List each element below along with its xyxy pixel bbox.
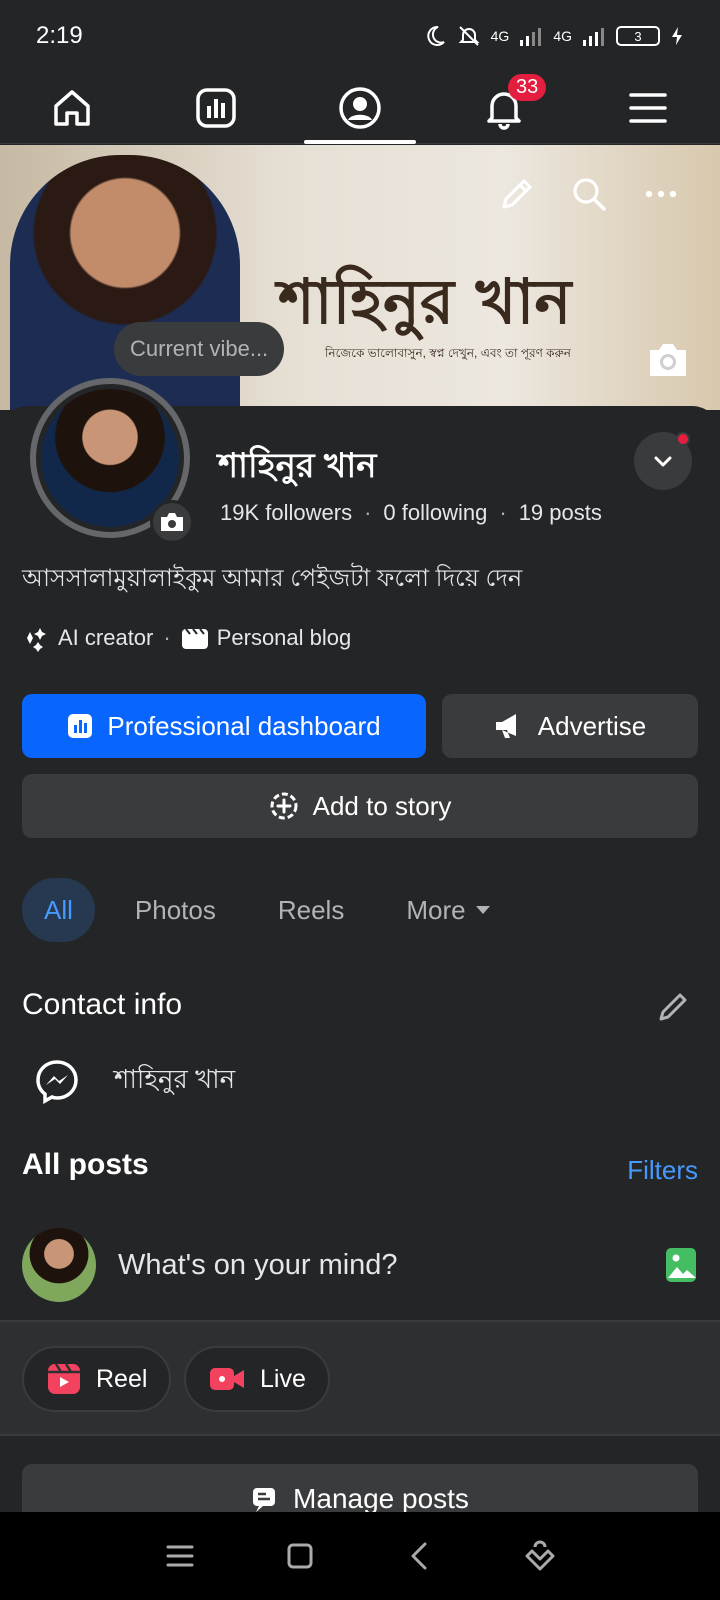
tab-home[interactable] (12, 72, 132, 144)
reel-icon (48, 1363, 80, 1394)
button-label: Professional dashboard (107, 710, 381, 741)
advertise-button[interactable]: Advertise (442, 694, 698, 758)
avatar (22, 1228, 96, 1302)
menu-icon (629, 92, 667, 123)
separator-dot: · (499, 500, 507, 525)
profile-bio: আসসালামুয়ালাইকুম আমার পেইজটা ফলো দিয়ে … (22, 565, 523, 592)
back-icon[interactable] (403, 1539, 437, 1573)
tag-ai-creator: AI creator (22, 624, 153, 652)
manage-posts-icon (253, 1488, 276, 1512)
button-label: Manage posts (293, 1483, 469, 1514)
megaphone-icon (495, 714, 516, 738)
posts-count: 19 posts (518, 500, 602, 525)
assistant-icon[interactable] (523, 1539, 557, 1573)
tab-notifications[interactable]: 33 (444, 72, 564, 144)
separator-dot: · (163, 625, 171, 650)
status-icons: 4G 4G 3 (423, 24, 684, 48)
tab-all[interactable]: All (22, 878, 95, 942)
recent-apps-icon[interactable] (163, 1539, 197, 1573)
content-filter-row: All Photos Reels More (22, 878, 514, 942)
chevron-down-icon (654, 456, 672, 467)
notification-badge: 33 (508, 73, 547, 101)
sparkle-icon (27, 628, 46, 652)
tab-more-label: More (406, 894, 466, 925)
edit-icon[interactable] (498, 175, 536, 213)
live-video-icon (210, 1368, 244, 1390)
button-label: Add to story (312, 790, 452, 821)
system-navigation-bar (0, 1512, 720, 1600)
search-icon[interactable] (570, 175, 608, 213)
composer-placeholder[interactable]: What's on your mind? (118, 1249, 664, 1282)
status-bar: 2:19 4G 4G 3 (0, 0, 720, 72)
cover-camera-icon[interactable] (646, 340, 690, 380)
caret-down-icon (475, 906, 490, 914)
indicator-dot (676, 432, 690, 446)
reel-button[interactable]: Reel (22, 1346, 172, 1412)
tab-profile[interactable] (300, 72, 420, 144)
dashboard-icon (68, 714, 93, 738)
cover-actions (498, 175, 680, 213)
contact-info-title: Contact info (22, 988, 183, 1021)
profile-tags: AI creator · Personal blog (22, 624, 351, 652)
avatar-camera-button[interactable] (150, 500, 194, 544)
more-options-icon[interactable] (642, 175, 680, 213)
button-label: Advertise (537, 710, 647, 741)
messenger-name: শাহিনুর খান (114, 1064, 236, 1094)
button-label: Reel (96, 1364, 148, 1393)
separator-dot: · (364, 500, 372, 525)
bell-muted-icon (458, 26, 480, 46)
divider (0, 1434, 720, 1436)
home-button-icon[interactable] (283, 1539, 317, 1573)
profile-name: শাহিনুর খান (218, 447, 377, 485)
signal-icon-2 (583, 28, 604, 46)
cover-subtitle: নিজেকে ভালোবাসুন, স্বপ্ন দেখুন, এবং তা প… (325, 346, 571, 360)
filters-link[interactable]: Filters (627, 1155, 698, 1186)
post-composer[interactable]: What's on your mind? (22, 1225, 698, 1305)
tag-personal-blog: Personal blog (181, 625, 352, 651)
following-count[interactable]: 0 following (383, 500, 487, 526)
camera-icon (161, 513, 183, 531)
tab-menu[interactable] (588, 72, 708, 144)
add-to-story-button[interactable]: Add to story (22, 774, 698, 838)
dashboard-icon (196, 87, 236, 128)
cover-title: শাহিনুর খান (278, 265, 572, 338)
moon-icon (426, 25, 445, 46)
tab-reels[interactable]: Reels (256, 878, 366, 942)
cover-photo[interactable]: শাহিনুর খান নিজেকে ভালোবাসুন, স্বপ্ন দেখ… (0, 145, 720, 410)
followers-count[interactable]: 19K followers (220, 500, 352, 526)
tag-label: AI creator (58, 625, 154, 650)
tag-label: Personal blog (216, 625, 352, 650)
edit-icon[interactable] (656, 990, 690, 1024)
live-button[interactable]: Live (184, 1346, 330, 1412)
home-icon (54, 89, 90, 126)
profile-stats: 19K followers · 0 following · 19 posts (220, 500, 602, 526)
network-label-2: 4G (553, 28, 572, 44)
photo-icon[interactable] (664, 1246, 698, 1284)
messenger-contact[interactable]: শাহিনুর খান (34, 1058, 235, 1104)
tab-photos[interactable]: Photos (113, 878, 238, 942)
network-label-1: 4G (490, 28, 510, 44)
all-posts-title: All posts (22, 1148, 149, 1181)
professional-dashboard-button[interactable]: Professional dashboard (22, 694, 426, 758)
top-navigation: 33 (0, 72, 720, 144)
button-label: Live (260, 1364, 306, 1393)
profile-icon (339, 86, 381, 129)
messenger-icon (36, 1060, 78, 1104)
signal-icon (520, 28, 542, 46)
tab-dashboard[interactable] (156, 72, 276, 144)
clapperboard-icon (181, 628, 208, 649)
clock: 2:19 (36, 22, 83, 49)
tab-more[interactable]: More (384, 878, 513, 942)
add-story-icon (270, 792, 298, 820)
charging-icon (672, 27, 682, 45)
battery-icon: 3 (616, 26, 660, 46)
current-vibe-bubble[interactable]: Current vibe... (114, 322, 285, 376)
